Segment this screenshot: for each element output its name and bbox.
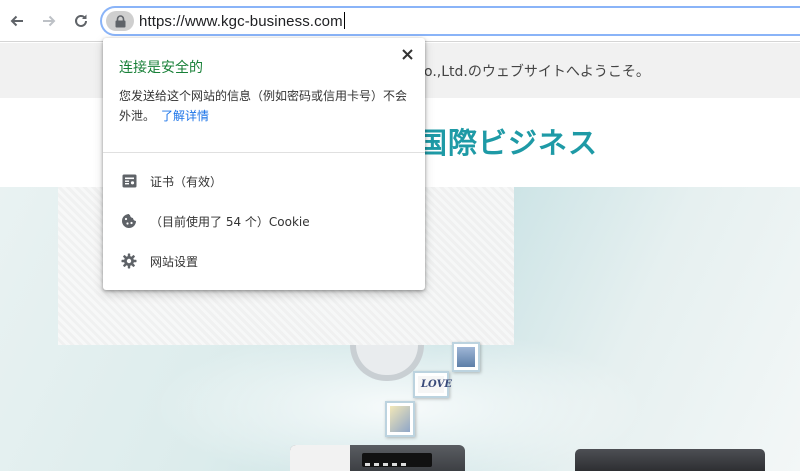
brand-title[interactable]: 国際ビジネス [418, 120, 598, 162]
popup-close-button[interactable] [399, 46, 415, 62]
reload-icon [75, 14, 87, 27]
learn-more-link[interactable]: 了解详情 [161, 109, 209, 123]
photo-frame [452, 342, 480, 372]
forward-button[interactable] [38, 10, 60, 32]
appliance-image [575, 449, 765, 471]
popup-description: 您发送给这个网站的信息（例如密码或信用卡号）不会外泄。 了解详情 [119, 86, 415, 126]
certificate-icon [120, 172, 138, 190]
arrow-right-icon [43, 15, 56, 27]
site-settings-item[interactable]: 网站设置 [103, 244, 425, 278]
close-icon [401, 48, 413, 60]
love-frame: LOVE [413, 371, 452, 398]
certificate-label: 证书（有效） [150, 174, 223, 189]
popup-divider [103, 152, 425, 153]
gear-icon [120, 252, 138, 270]
photo-frame [385, 401, 415, 437]
arrow-left-icon [10, 15, 23, 27]
site-settings-label: 网站设置 [150, 254, 199, 269]
browser-toolbar: https://www.kgc-business.com [0, 0, 800, 42]
address-bar[interactable]: https://www.kgc-business.com [100, 6, 800, 36]
back-button[interactable] [6, 10, 28, 32]
lock-icon [115, 14, 125, 27]
cookie-icon [120, 212, 138, 230]
url-text[interactable]: https://www.kgc-business.com [139, 12, 345, 30]
cookies-label: （目前使用了 54 个）Cookie [150, 214, 310, 229]
welcome-text: o.,Ltd.のウェブサイトへようこそ。 [424, 64, 650, 80]
connection-security-popup: 连接是安全的 您发送给这个网站的信息（例如密码或信用卡号）不会外泄。 了解详情 证… [103, 38, 425, 290]
cookies-item[interactable]: （目前使用了 54 个）Cookie [103, 204, 425, 238]
appliance-image [290, 445, 465, 471]
certificate-item[interactable]: 证书（有效） [103, 164, 425, 198]
site-info-button[interactable] [106, 11, 134, 31]
reload-button[interactable] [70, 10, 92, 32]
love-frame-text: LOVE [421, 379, 452, 390]
popup-title: 连接是安全的 [119, 60, 203, 76]
text-caret [343, 12, 345, 29]
